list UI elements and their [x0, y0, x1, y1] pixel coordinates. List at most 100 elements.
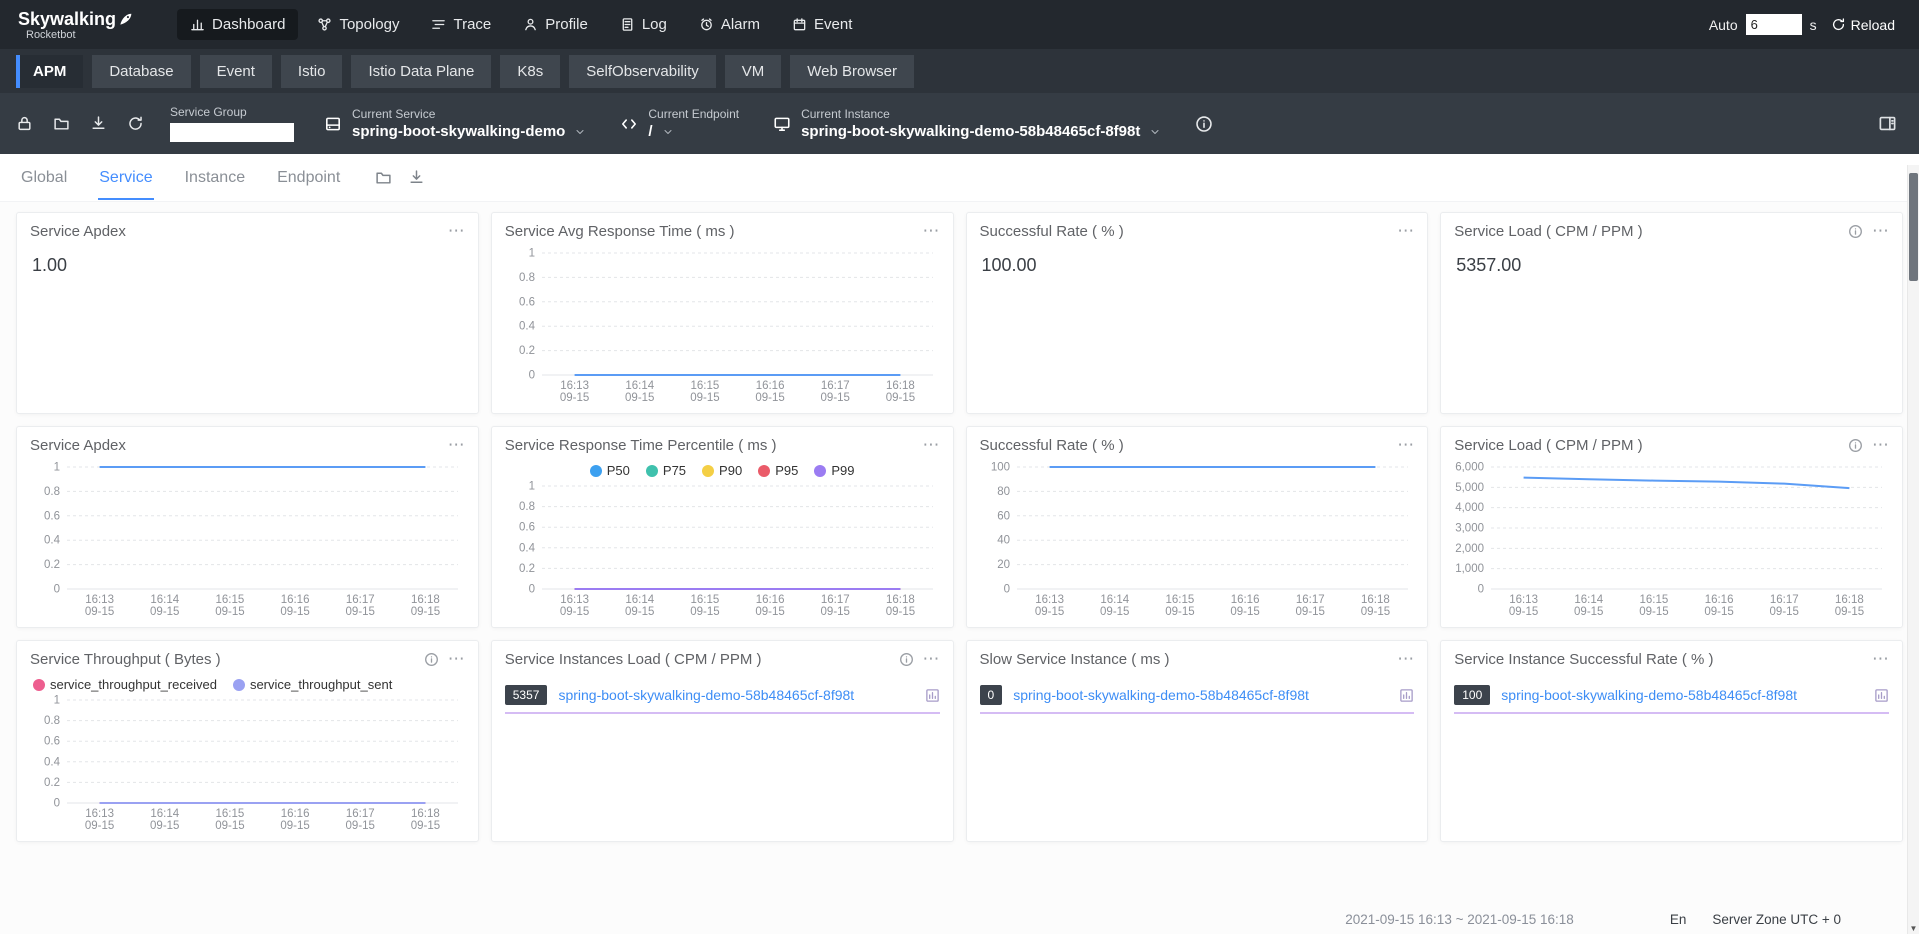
legend-item[interactable]: service_throughput_received [33, 677, 217, 692]
nav-item-trace[interactable]: Trace [418, 9, 504, 40]
tab-global[interactable]: Global [20, 156, 68, 200]
nav-item-profile[interactable]: Profile [510, 9, 601, 40]
more-menu-button[interactable]: ⋯ [448, 651, 465, 668]
legend-item[interactable]: service_throughput_sent [233, 677, 392, 692]
templates-folder-button[interactable] [375, 169, 392, 186]
nav-item-alarm[interactable]: Alarm [686, 9, 773, 40]
tab-istio-data-plane[interactable]: Istio Data Plane [351, 55, 491, 88]
svg-text:3,000: 3,000 [1455, 523, 1484, 535]
instance-chart-button[interactable] [1399, 688, 1414, 703]
more-menu-button[interactable]: ⋯ [448, 437, 465, 454]
logo-subtitle: Rocketbot [18, 29, 133, 41]
svg-text:16:14: 16:14 [150, 808, 179, 820]
tab-event[interactable]: Event [200, 55, 272, 88]
svg-text:0.8: 0.8 [519, 501, 535, 513]
reload-button[interactable]: Reload [1825, 16, 1901, 34]
instance-link[interactable]: spring-boot-skywalking-demo-58b48465cf-8… [1013, 687, 1388, 703]
svg-text:09-15: 09-15 [755, 606, 784, 618]
svg-text:16:18: 16:18 [411, 594, 440, 606]
more-menu-button[interactable]: ⋯ [1397, 651, 1414, 668]
svg-text:0.4: 0.4 [519, 321, 536, 333]
auto-interval-input[interactable] [1746, 14, 1802, 35]
more-menu-button[interactable]: ⋯ [448, 223, 465, 240]
info-icon[interactable] [1848, 438, 1863, 453]
svg-text:4,000: 4,000 [1455, 502, 1484, 514]
more-menu-button[interactable]: ⋯ [923, 651, 940, 668]
svg-text:0.4: 0.4 [519, 542, 536, 554]
tab-vm[interactable]: VM [725, 55, 782, 88]
tab-instance[interactable]: Instance [184, 156, 246, 200]
line-chart: 10080604020016:1309-1516:1409-1516:1509-… [967, 457, 1428, 627]
legend-item[interactable]: P90 [702, 463, 742, 478]
service-group-input[interactable] [170, 123, 294, 142]
reload-label: Reload [1851, 17, 1895, 33]
svg-text:09-15: 09-15 [1295, 606, 1324, 618]
log-icon [620, 17, 635, 32]
svg-text:16:14: 16:14 [625, 380, 654, 392]
card-title: Service Instances Load ( CPM / PPM ) [505, 651, 762, 668]
svg-text:0.6: 0.6 [519, 296, 535, 308]
svg-text:1: 1 [528, 248, 534, 260]
instance-link[interactable]: spring-boot-skywalking-demo-58b48465cf-8… [1501, 687, 1863, 703]
language-selector[interactable]: En [1670, 912, 1687, 927]
chart-legend: service_throughput_received service_throu… [25, 673, 470, 692]
more-menu-button[interactable]: ⋯ [1397, 223, 1414, 240]
current-endpoint-selector[interactable]: Current Endpoint / [620, 107, 739, 140]
tab-selfobservability[interactable]: SelfObservability [569, 55, 716, 88]
panel-toggle-button[interactable] [1872, 113, 1903, 134]
export-template-button[interactable] [408, 169, 425, 186]
legend-item[interactable]: P95 [758, 463, 798, 478]
svg-text:09-15: 09-15 [215, 820, 244, 832]
info-icon[interactable] [1848, 224, 1863, 239]
app-logo[interactable]: Skywalking Rocketbot [18, 9, 133, 41]
more-menu-button[interactable]: ⋯ [923, 437, 940, 454]
more-menu-button[interactable]: ⋯ [1872, 437, 1889, 454]
nav-item-dashboard[interactable]: Dashboard [177, 9, 298, 40]
more-menu-button[interactable]: ⋯ [923, 223, 940, 240]
tab-k8s[interactable]: K8s [500, 55, 560, 88]
svg-text:1,000: 1,000 [1455, 563, 1484, 575]
svg-text:16:17: 16:17 [346, 808, 375, 820]
lock-button[interactable] [16, 115, 33, 132]
scrollbar-down-arrow[interactable]: ▼ [1908, 924, 1919, 933]
refresh-button[interactable] [127, 115, 144, 132]
info-icon[interactable] [424, 652, 439, 667]
tab-service[interactable]: Service [98, 156, 153, 200]
svg-text:0.4: 0.4 [44, 535, 61, 547]
info-button[interactable] [1195, 115, 1213, 133]
tab-web-browser[interactable]: Web Browser [790, 55, 914, 88]
nav-item-event[interactable]: Event [779, 9, 865, 40]
card-title: Slow Service Instance ( ms ) [980, 651, 1170, 668]
folder-button[interactable] [53, 115, 70, 132]
more-menu-button[interactable]: ⋯ [1872, 223, 1889, 240]
info-icon[interactable] [899, 652, 914, 667]
instance-link[interactable]: spring-boot-skywalking-demo-58b48465cf-8… [558, 687, 913, 703]
metric-value: 5357.00 [1441, 243, 1902, 288]
instance-chart-button[interactable] [1874, 688, 1889, 703]
svg-text:0.4: 0.4 [44, 756, 61, 768]
export-button[interactable] [90, 115, 107, 132]
vertical-scrollbar[interactable]: ▼ [1907, 165, 1919, 934]
nav-item-log[interactable]: Log [607, 9, 680, 40]
current-instance-selector[interactable]: Current Instance spring-boot-skywalking-… [773, 107, 1161, 140]
legend-item[interactable]: P50 [590, 463, 630, 478]
scrollbar-thumb[interactable] [1909, 173, 1918, 281]
current-service-selector[interactable]: Current Service spring-boot-skywalking-d… [324, 107, 586, 140]
tab-apm[interactable]: APM [16, 55, 83, 88]
download-icon [408, 169, 425, 186]
svg-text:0: 0 [528, 370, 534, 382]
tab-database[interactable]: Database [92, 55, 190, 88]
tab-istio[interactable]: Istio [281, 55, 343, 88]
view-tabs: Global Service Instance Endpoint [0, 154, 1919, 202]
nav-item-topology[interactable]: Topology [304, 9, 412, 40]
svg-text:16:13: 16:13 [560, 380, 589, 392]
more-menu-button[interactable]: ⋯ [1872, 651, 1889, 668]
instance-chart-button[interactable] [925, 688, 940, 703]
tab-endpoint[interactable]: Endpoint [276, 156, 341, 200]
svg-text:16:14: 16:14 [1575, 594, 1604, 606]
svg-text:6,000: 6,000 [1455, 462, 1484, 474]
legend-item[interactable]: P99 [814, 463, 854, 478]
legend-item[interactable]: P75 [646, 463, 686, 478]
svg-text:09-15: 09-15 [755, 392, 784, 404]
more-menu-button[interactable]: ⋯ [1397, 437, 1414, 454]
